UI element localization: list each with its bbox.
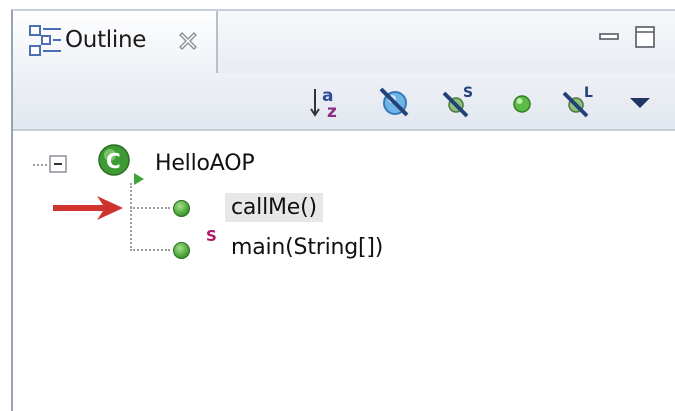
svg-text:z: z — [327, 102, 337, 121]
hide-static-members-icon[interactable]: S — [439, 83, 477, 121]
minimize-icon[interactable] — [597, 25, 621, 49]
outline-view: Outline a z S L C HelloAOP callMe() S ma… — [11, 9, 675, 411]
tab-outline[interactable]: Outline — [13, 11, 218, 73]
tree-node-callme[interactable]: callMe() — [225, 193, 323, 222]
tree-connector-root — [33, 164, 47, 166]
svg-text:C: C — [106, 149, 121, 173]
hide-local-types-icon[interactable]: L — [559, 83, 597, 121]
public-method-icon — [173, 200, 190, 217]
tree-connector-h1 — [130, 207, 170, 209]
view-menu-icon[interactable] — [621, 83, 659, 121]
svg-text:S: S — [463, 85, 473, 101]
hide-fields-icon[interactable] — [375, 83, 413, 121]
close-icon[interactable] — [176, 29, 200, 53]
outline-toolbar: a z S L — [13, 73, 675, 131]
outline-tree: C HelloAOP callMe() S main(String[]) — [13, 131, 675, 411]
collapse-icon[interactable] — [49, 155, 67, 173]
tree-connector-vertical — [130, 183, 132, 251]
svg-text:L: L — [584, 85, 593, 101]
public-method-icon — [173, 242, 190, 259]
class-icon: C — [98, 144, 144, 185]
tree-node-main[interactable]: main(String[]) — [231, 235, 383, 260]
static-member-mark: S — [206, 227, 217, 245]
view-tab-bar: Outline — [13, 11, 675, 73]
sort-alphabetically-icon[interactable]: a z — [309, 83, 347, 121]
maximize-icon[interactable] — [633, 25, 657, 49]
tree-node-root-label[interactable]: HelloAOP — [155, 151, 255, 176]
tab-outline-label: Outline — [65, 27, 147, 53]
red-arrow-icon — [53, 196, 123, 220]
outline-icon — [29, 25, 61, 56]
hide-non-public-members-icon[interactable] — [503, 83, 541, 121]
tree-connector-h2 — [130, 249, 170, 251]
